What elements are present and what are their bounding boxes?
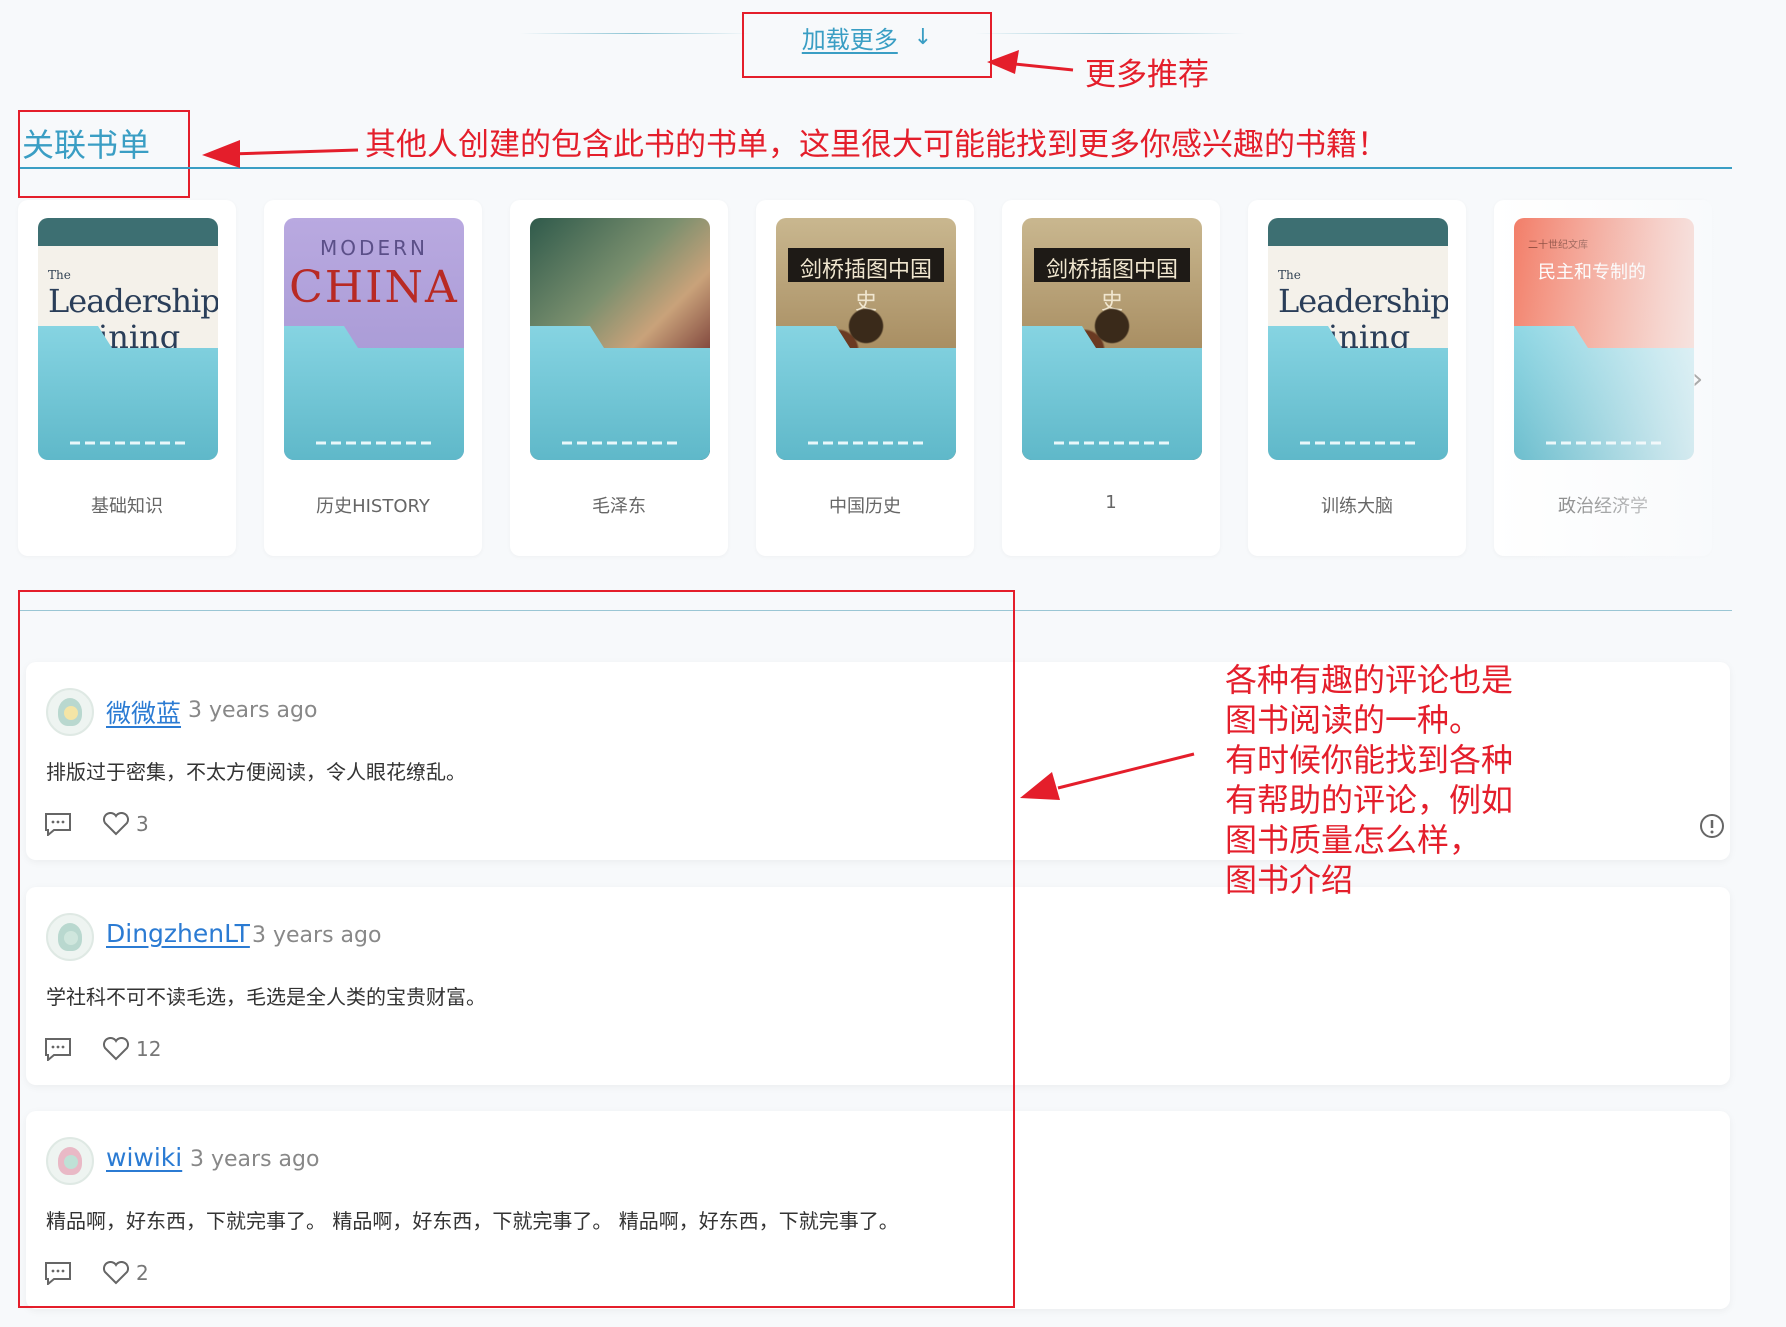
- booklist-card[interactable]: 毛泽东: [510, 200, 728, 556]
- booklist-card[interactable]: 剑桥插图中国史 1: [1002, 200, 1220, 556]
- booklist-cover: 剑桥插图中国史: [1022, 218, 1202, 460]
- booklist-card[interactable]: 二十世纪文库 民主和专制的 政治经济学: [1494, 200, 1712, 556]
- related-booklists: The Leadership ining 基础知识 MODERN CHINA 历…: [18, 200, 1732, 560]
- booklist-card[interactable]: MODERN CHINA 历史HISTORY: [264, 200, 482, 556]
- annotation-line: 图书质量怎么样，: [1225, 821, 1482, 859]
- report-icon[interactable]: [1698, 812, 1726, 840]
- folder-icon: [776, 326, 956, 460]
- booklist-name: 政治经济学: [1558, 496, 1648, 517]
- load-more-button[interactable]: 加载更多 ↓: [802, 20, 932, 55]
- booklist-cover: The Leadership ining: [1268, 218, 1448, 460]
- folder-icon: [38, 326, 218, 460]
- comments-highlight-box: [18, 590, 1015, 1308]
- booklist-name: 中国历史: [829, 496, 901, 517]
- annotation-line: 有帮助的评论，例如: [1225, 781, 1514, 819]
- booklist-name: 1: [1105, 492, 1117, 513]
- arrow-down-icon: ↓: [913, 25, 933, 50]
- annotation-more-recommend: 更多推荐: [1085, 57, 1209, 93]
- booklist-name: 训练大脑: [1321, 496, 1393, 517]
- folder-icon: [530, 326, 710, 460]
- booklist-cover: MODERN CHINA: [284, 218, 464, 460]
- booklist-name: 基础知识: [91, 496, 163, 517]
- annotation-line: 图书介绍: [1225, 861, 1354, 899]
- load-more-label: 加载更多: [801, 26, 898, 54]
- booklist-name: 毛泽东: [592, 496, 646, 517]
- annotation-arrow-booklist: [202, 140, 359, 168]
- annotation-line: 各种有趣的评论也是: [1225, 661, 1514, 699]
- load-more-divider-left: [520, 33, 750, 34]
- booklist-card[interactable]: The Leadership ining 基础知识: [18, 200, 236, 556]
- annotation-line: 图书阅读的一种。: [1225, 701, 1482, 739]
- load-more-highlight-box: 加载更多 ↓: [742, 12, 992, 78]
- folder-icon: [284, 326, 464, 460]
- section-title: 关联书单: [22, 126, 151, 164]
- annotation-line: 有时候你能找到各种: [1225, 741, 1514, 779]
- booklist-card[interactable]: The Leadership ining 训练大脑: [1248, 200, 1466, 556]
- annotation-arrow-more: [987, 50, 1074, 74]
- booklist-cover: [530, 218, 710, 460]
- booklist-name: 历史HISTORY: [316, 496, 430, 517]
- folder-icon: [1514, 326, 1694, 460]
- booklist-cover: 二十世纪文库 民主和专制的: [1514, 218, 1694, 460]
- booklist-cover: The Leadership ining: [38, 218, 218, 460]
- booklist-cover: 剑桥插图中国史: [776, 218, 956, 460]
- folder-icon: [1268, 326, 1448, 460]
- chevron-right-icon[interactable]: ›: [1692, 362, 1703, 395]
- annotation-booklist-hint: 其他人创建的包含此书的书单，这里很大可能能找到更多你感兴趣的书籍！: [365, 127, 1388, 163]
- annotation-arrow-comments: [1020, 752, 1195, 800]
- annotation-comments-hint: 各种有趣的评论也是 图书阅读的一种。 有时候你能找到各种 有帮助的评论，例如 图…: [1225, 660, 1513, 900]
- folder-icon: [1022, 326, 1202, 460]
- booklist-card[interactable]: 剑桥插图中国史 中国历史: [756, 200, 974, 556]
- load-more-divider-right: [975, 33, 1245, 34]
